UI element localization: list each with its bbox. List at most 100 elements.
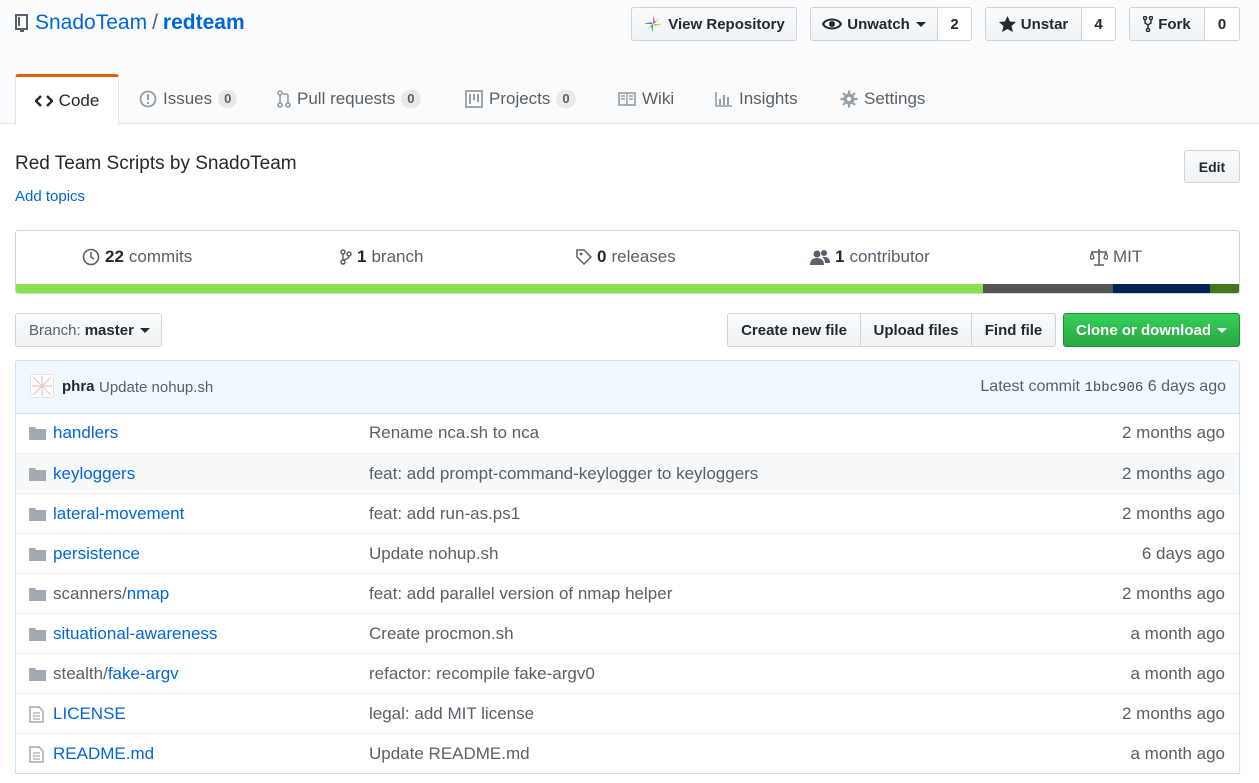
tab-insights-label: Insights <box>739 89 798 108</box>
code-icon <box>34 95 53 107</box>
table-row[interactable]: LICENSE legal: add MIT license 2 months … <box>16 693 1239 733</box>
language-bar-segment[interactable] <box>1113 284 1210 293</box>
file-icon <box>29 706 44 728</box>
tab-pull-requests[interactable]: Pull requests 0 <box>277 74 421 124</box>
folder-icon <box>29 466 46 486</box>
unstar-button[interactable]: Unstar <box>985 7 1082 41</box>
file-commit-message[interactable]: feat: add prompt-command-keylogger to ke… <box>369 464 758 484</box>
file-name-link[interactable]: persistence <box>53 544 140 564</box>
fork-count[interactable]: 0 <box>1205 7 1240 41</box>
table-row[interactable]: README.md Update README.md a month ago <box>16 733 1239 773</box>
file-age: 2 months ago <box>1121 504 1225 523</box>
latest-commit-bar: phra Update nohup.sh Latest commit 1bbc9… <box>15 360 1240 414</box>
unwatch-label: Unwatch <box>847 15 910 33</box>
table-row[interactable]: keyloggers feat: add prompt-command-keyl… <box>16 453 1239 493</box>
table-row[interactable]: situational-awareness Create procmon.sh … <box>16 613 1239 653</box>
star-icon <box>998 16 1016 32</box>
file-age: a month ago <box>1130 744 1225 763</box>
commit-message[interactable]: Update nohup.sh <box>99 379 213 396</box>
add-topics-link[interactable]: Add topics <box>15 188 85 205</box>
commit-author[interactable]: phra <box>62 378 95 395</box>
contributors-stat[interactable]: 1 contributor <box>810 247 930 267</box>
language-bar-segment[interactable] <box>1210 284 1239 293</box>
branches-stat[interactable]: 1 branch <box>340 247 423 267</box>
table-row[interactable]: stealth/fake-argv refactor: recompile fa… <box>16 653 1239 693</box>
branches-count: 1 <box>357 247 367 266</box>
file-name-link[interactable]: scanners/nmap <box>53 584 169 604</box>
repo-owner-link[interactable]: SnadoTeam <box>35 11 147 34</box>
repo-icon <box>15 13 29 39</box>
clone-or-download-button[interactable]: Clone or download <box>1063 313 1240 347</box>
releases-label: releases <box>611 247 676 266</box>
file-commit-message[interactable]: feat: add run-as.ps1 <box>369 504 520 524</box>
star-count[interactable]: 4 <box>1082 7 1116 41</box>
tab-code-label: Code <box>58 91 100 110</box>
file-commit-message[interactable]: Update README.md <box>369 744 530 764</box>
table-row[interactable]: scanners/nmap feat: add parallel version… <box>16 573 1239 613</box>
branch-label: Branch: <box>29 321 81 339</box>
fork-button[interactable]: Fork <box>1129 7 1205 41</box>
projects-count-badge: 0 <box>556 90 576 108</box>
file-commit-message[interactable]: Rename nca.sh to nca <box>369 423 539 443</box>
file-name-link[interactable]: LICENSE <box>53 704 126 724</box>
find-file-button[interactable]: Find file <box>971 313 1056 347</box>
tab-settings[interactable]: Settings <box>840 74 925 124</box>
contributors-count: 1 <box>835 247 845 266</box>
fork-icon <box>1143 16 1154 32</box>
chevron-down-icon <box>139 327 150 333</box>
file-name-link[interactable]: README.md <box>53 744 154 764</box>
view-repository-button[interactable]: View Repository <box>631 7 797 41</box>
watch-count[interactable]: 2 <box>938 7 972 41</box>
file-list: handlers Rename nca.sh to nca 2 months a… <box>15 413 1240 774</box>
license-stat[interactable]: MIT <box>1090 247 1142 267</box>
language-bar-segment[interactable] <box>983 284 1113 293</box>
file-name-link[interactable]: lateral-movement <box>53 504 184 524</box>
view-repository-label: View Repository <box>668 15 785 33</box>
table-row[interactable]: lateral-movement feat: add run-as.ps1 2 … <box>16 493 1239 533</box>
repo-name-link[interactable]: redteam <box>163 11 245 34</box>
repo-header: SnadoTeam / redteam View Repository Unwatc… <box>0 0 1259 125</box>
people-icon <box>810 250 830 265</box>
file-commit-message[interactable]: refactor: recompile fake-argv0 <box>369 664 595 684</box>
file-name-link[interactable]: situational-awareness <box>53 624 217 644</box>
branch-select-button[interactable]: Branch: master <box>15 313 162 347</box>
file-commit-message[interactable]: Create procmon.sh <box>369 624 514 644</box>
edit-button[interactable]: Edit <box>1184 150 1240 183</box>
file-name-link[interactable]: keyloggers <box>53 464 135 484</box>
tab-wiki[interactable]: Wiki <box>618 74 674 124</box>
folder-icon <box>29 586 46 606</box>
file-age: 2 months ago <box>1121 423 1225 442</box>
unwatch-button[interactable]: Unwatch <box>810 7 938 41</box>
tab-settings-label: Settings <box>864 89 926 108</box>
avatar[interactable] <box>30 374 54 398</box>
table-row[interactable]: persistence Update nohup.sh 6 days ago <box>16 533 1239 573</box>
releases-stat[interactable]: 0 releases <box>576 247 676 267</box>
project-icon <box>465 90 483 108</box>
tab-insights[interactable]: Insights <box>715 74 798 124</box>
license-label: MIT <box>1113 247 1143 266</box>
file-commit-message[interactable]: feat: add parallel version of nmap helpe… <box>369 584 672 604</box>
file-commit-message[interactable]: Update nohup.sh <box>369 544 499 564</box>
language-bar[interactable] <box>16 284 1239 293</box>
file-commit-message[interactable]: legal: add MIT license <box>369 704 534 724</box>
eye-icon <box>822 18 843 30</box>
upload-files-button[interactable]: Upload files <box>860 313 972 347</box>
tab-code[interactable]: Code <box>15 74 119 125</box>
file-name-link[interactable]: handlers <box>53 423 118 443</box>
create-new-file-button[interactable]: Create new file <box>727 313 861 347</box>
commits-count: 22 <box>105 247 124 266</box>
language-bar-segment[interactable] <box>16 284 983 293</box>
file-name-link[interactable]: stealth/fake-argv <box>53 664 179 684</box>
repo-description: Red Team Scripts by SnadoTeam <box>15 153 297 174</box>
pull-requests-count-badge: 0 <box>401 90 421 108</box>
tab-projects[interactable]: Projects 0 <box>465 74 576 124</box>
commits-stat[interactable]: 22 commits <box>82 247 192 267</box>
table-row[interactable]: handlers Rename nca.sh to nca 2 months a… <box>16 413 1239 453</box>
tab-issues[interactable]: Issues 0 <box>139 74 238 124</box>
folder-icon <box>29 546 46 566</box>
file-age: 6 days ago <box>1141 544 1225 563</box>
commit-sha-link[interactable]: 1bbc906 <box>1084 380 1143 396</box>
issue-icon <box>139 90 157 108</box>
tab-projects-label: Projects <box>489 89 551 108</box>
file-age: 2 months ago <box>1121 464 1225 483</box>
